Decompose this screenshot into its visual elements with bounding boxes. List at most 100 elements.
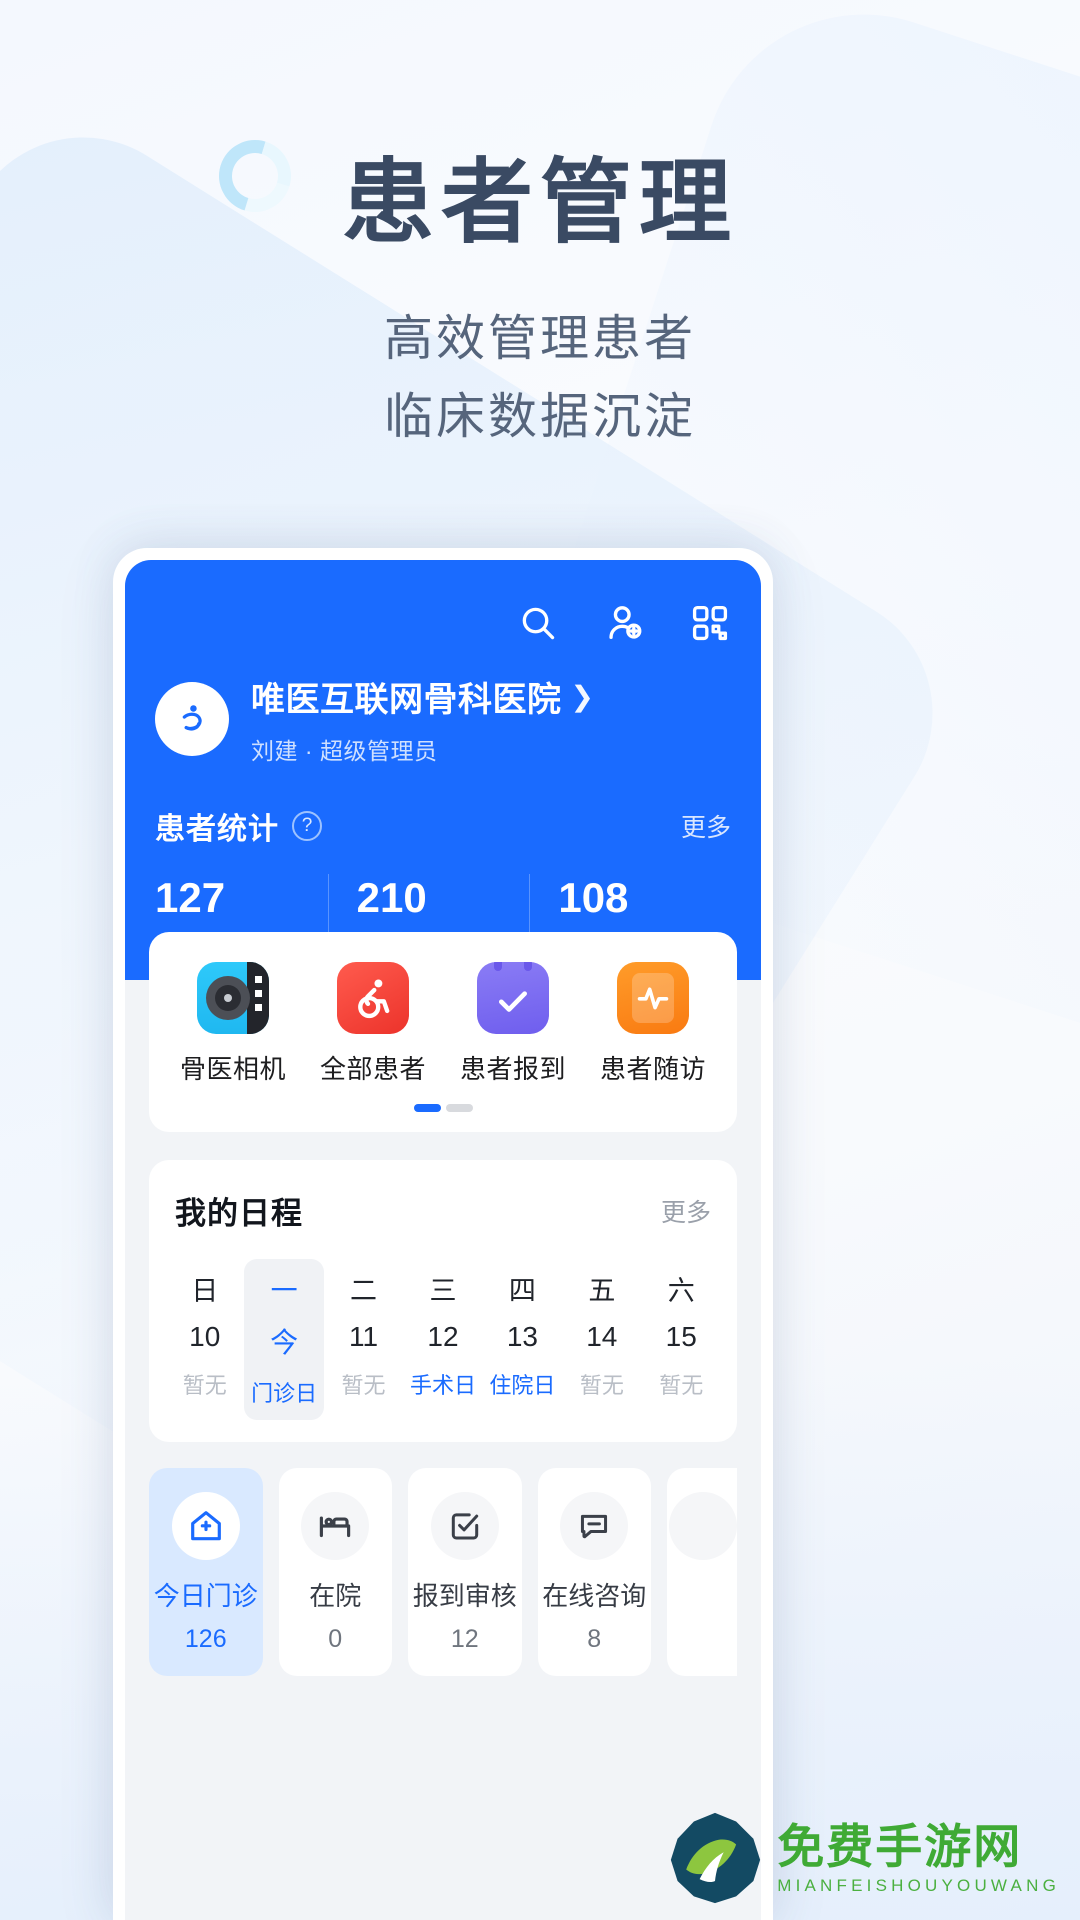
day-date: 15: [642, 1321, 721, 1353]
schedule-day-sat[interactable]: 六 15 暂无: [642, 1259, 721, 1420]
tile-inpatient[interactable]: 在院 0: [279, 1468, 393, 1676]
header-icon-row: [155, 602, 731, 644]
day-weekday: 一: [244, 1269, 323, 1308]
watermark-logo-icon: [667, 1810, 763, 1906]
day-tag: 住院日: [483, 1368, 562, 1400]
day-weekday: 五: [562, 1269, 641, 1308]
day-tag: 暂无: [642, 1368, 721, 1400]
watermark-text-cn: 免费手游网: [777, 1821, 1060, 1873]
clinic-home-icon: [172, 1492, 240, 1560]
hero-subtitle-line2: 临床数据沉淀: [0, 378, 1080, 456]
quick-app-patient-checkin[interactable]: 患者报到: [443, 962, 583, 1086]
watermark: 免费手游网 MIANFEISHOUYOUWANG: [667, 1810, 1060, 1906]
tile-online-consult[interactable]: 在线咨询 8: [538, 1468, 652, 1676]
bed-glyph: [316, 1507, 354, 1545]
home-plus-glyph: [187, 1507, 225, 1545]
logo-glyph: [169, 696, 215, 742]
day-date: 11: [324, 1321, 403, 1353]
pagination-dot: [446, 1104, 473, 1112]
calendar-check-icon: [477, 962, 549, 1034]
day-date: 13: [483, 1321, 562, 1353]
day-tag: 门诊日: [244, 1376, 323, 1408]
watermark-text-block: 免费手游网 MIANFEISHOUYOUWANG: [777, 1821, 1060, 1896]
user-role: 刘建 · 超级管理员: [251, 732, 594, 766]
day-date: 12: [403, 1321, 482, 1353]
tile-label: 今日门诊: [149, 1576, 263, 1613]
schedule-week-row: 日 10 暂无 一 今 门诊日 二 11 暂无 三 12 手术日 四 13: [165, 1259, 721, 1420]
watermark-text-en: MIANFEISHOUYOUWANG: [777, 1876, 1060, 1896]
tile-count: 12: [408, 1625, 522, 1654]
wheelchair-glyph: [348, 973, 398, 1023]
quick-app-label: 患者随访: [583, 1049, 723, 1086]
hospital-name-text: 唯医互联网骨科医院: [251, 672, 562, 721]
check-square-icon: [431, 1492, 499, 1560]
tile-checkin-review[interactable]: 报到审核 12: [408, 1468, 522, 1676]
schedule-day-mon[interactable]: 一 今 门诊日: [244, 1259, 323, 1420]
quick-app-camera[interactable]: 骨医相机: [163, 962, 303, 1086]
quick-app-followup[interactable]: 患者随访: [583, 962, 723, 1086]
chat-glyph: [576, 1508, 612, 1544]
tile-label: 报到审核: [408, 1576, 522, 1613]
phone-mockup: 唯医互联网骨科医院 ❯ 刘建 · 超级管理员 患者统计 ? 更多 127 全部患…: [113, 548, 773, 1920]
hospital-logo-icon: [155, 682, 229, 756]
day-weekday: 六: [642, 1269, 721, 1308]
app-screen: 唯医互联网骨科医院 ❯ 刘建 · 超级管理员 患者统计 ? 更多 127 全部患…: [125, 560, 761, 1920]
day-weekday: 三: [403, 1269, 482, 1308]
qr-code-icon[interactable]: [689, 602, 731, 644]
day-tag: 手术日: [403, 1368, 482, 1400]
stats-header: 患者统计 ? 更多: [155, 804, 731, 848]
search-icon[interactable]: [517, 602, 559, 644]
chat-bubble-icon: [560, 1492, 628, 1560]
schedule-title: 我的日程: [175, 1188, 303, 1233]
chevron-right-icon[interactable]: ❯: [571, 680, 595, 713]
hero-subtitle-line1: 高效管理患者: [0, 300, 1080, 378]
schedule-day-wed[interactable]: 三 12 手术日: [403, 1259, 482, 1420]
help-icon[interactable]: ?: [292, 811, 322, 841]
app-header: 唯医互联网骨科医院 ❯ 刘建 · 超级管理员 患者统计 ? 更多 127 全部患…: [125, 560, 761, 980]
day-weekday: 二: [324, 1269, 403, 1308]
schedule-day-thu[interactable]: 四 13 住院日: [483, 1259, 562, 1420]
add-contact-icon[interactable]: [603, 602, 645, 644]
schedule-day-fri[interactable]: 五 14 暂无: [562, 1259, 641, 1420]
camera-icon: [197, 962, 269, 1034]
day-tag: 暂无: [562, 1368, 641, 1400]
stats-more-link[interactable]: 更多: [681, 808, 731, 844]
hospital-name: 唯医互联网骨科医院 ❯: [251, 672, 594, 721]
tile-count: 0: [279, 1625, 393, 1654]
tile-label: 在线咨询: [538, 1576, 652, 1613]
tile-label: 在院: [279, 1576, 393, 1613]
tile-more[interactable]: [667, 1468, 737, 1676]
hero-subtitle: 高效管理患者 临床数据沉淀: [0, 300, 1080, 456]
day-weekday: 日: [165, 1269, 244, 1308]
schedule-day-sun[interactable]: 日 10 暂无: [165, 1259, 244, 1420]
day-tag: 暂无: [324, 1368, 403, 1400]
pulse-clipboard-icon: [617, 962, 689, 1034]
schedule-card: 我的日程 更多 日 10 暂无 一 今 门诊日 二 11 暂无 三 12 手术: [149, 1160, 737, 1442]
stat-value: 108: [558, 874, 731, 922]
more-tile-icon: [669, 1492, 737, 1560]
schedule-day-tue[interactable]: 二 11 暂无: [324, 1259, 403, 1420]
quick-apps-card: 骨医相机 全部患者: [149, 932, 737, 1132]
day-date: 10: [165, 1321, 244, 1353]
hospital-text-block: 唯医互联网骨科医院 ❯ 刘建 · 超级管理员: [251, 672, 594, 766]
day-tag: 暂无: [165, 1368, 244, 1400]
hospital-row[interactable]: 唯医互联网骨科医院 ❯ 刘建 · 超级管理员: [155, 672, 731, 766]
schedule-more-link[interactable]: 更多: [661, 1193, 711, 1229]
carousel-pagination[interactable]: [163, 1104, 723, 1112]
stats-title: 患者统计: [155, 804, 279, 848]
schedule-header: 我的日程 更多: [165, 1188, 721, 1233]
stat-value: 127: [155, 874, 328, 922]
check-glyph: [493, 981, 533, 1021]
day-date: 今: [244, 1321, 323, 1361]
tile-today-outpatient[interactable]: 今日门诊 126: [149, 1468, 263, 1676]
check-square-glyph: [447, 1508, 483, 1544]
page-title: 患者管理: [0, 148, 1080, 258]
day-date: 14: [562, 1321, 641, 1353]
wheelchair-icon: [337, 962, 409, 1034]
quick-app-all-patients[interactable]: 全部患者: [303, 962, 443, 1086]
hospital-bed-icon: [301, 1492, 369, 1560]
pagination-dot-active: [414, 1104, 441, 1112]
quick-apps-row: 骨医相机 全部患者: [163, 962, 723, 1086]
tiles-row: 今日门诊 126 在院 0 报到审核 12: [149, 1468, 737, 1676]
stat-value: 210: [357, 874, 530, 922]
